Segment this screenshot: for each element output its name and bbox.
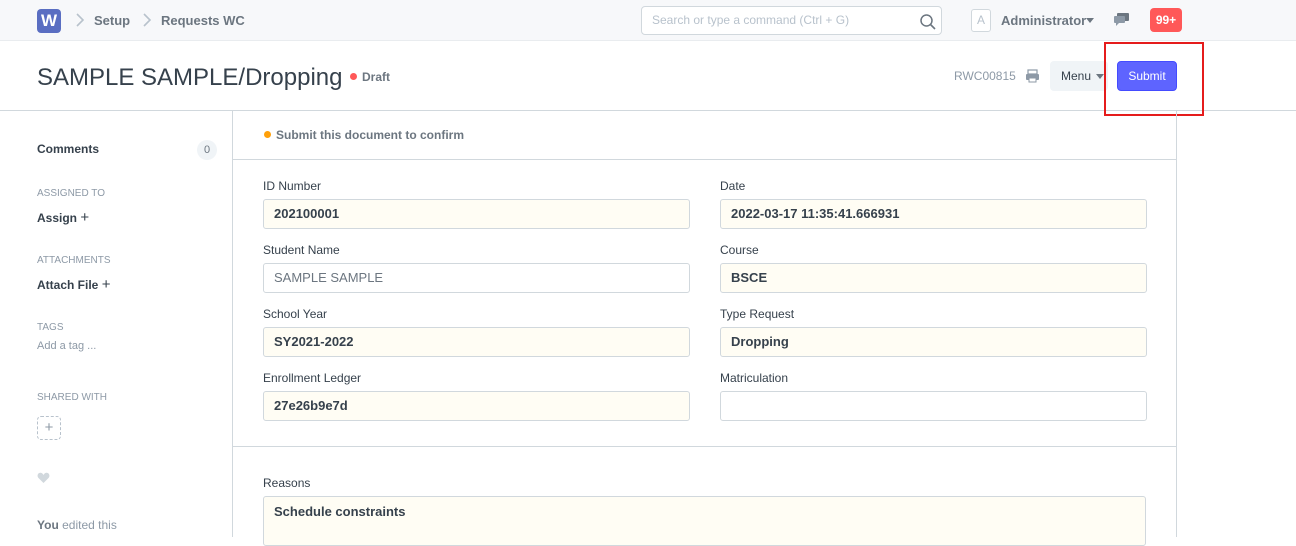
reasons-field: Schedule constraints (263, 496, 1146, 546)
plus-icon: + (44, 419, 54, 436)
type-request-label: Type Request (720, 307, 795, 321)
school-year-label: School Year (263, 307, 328, 321)
student-name-field[interactable]: SAMPLE SAMPLE (263, 263, 690, 293)
print-icon[interactable] (1025, 69, 1040, 83)
comments-link[interactable]: Comments (37, 142, 99, 156)
id-number-label: ID Number (263, 179, 322, 193)
type-request-field: Dropping (720, 327, 1147, 357)
add-tag-link[interactable]: Add a tag ... (37, 340, 96, 352)
school-year-field: SY2021-2022 (263, 327, 690, 357)
shared-with-heading: SHARED WITH (37, 392, 107, 403)
heart-icon[interactable] (37, 472, 50, 484)
form-message-text: Submit this document to confirm (276, 128, 464, 142)
breadcrumb-setup[interactable]: Setup (94, 13, 130, 28)
activity-text: edited this (62, 518, 117, 532)
notification-badge[interactable]: 99+ (1150, 8, 1182, 32)
status-label: Draft (362, 70, 391, 84)
attach-file-button[interactable]: Attach File + (37, 276, 110, 293)
matriculation-field[interactable] (720, 391, 1147, 421)
enrollment-ledger-label: Enrollment Ledger (263, 371, 362, 385)
navbar: W Setup Requests WC A Administrator 99+ (0, 0, 1296, 41)
add-share-button[interactable]: + (37, 416, 61, 440)
warning-dot-icon (264, 131, 271, 139)
reasons-label: Reasons (263, 476, 311, 490)
plus-icon: + (101, 276, 111, 293)
user-avatar[interactable]: A (971, 9, 991, 32)
matriculation-label: Matriculation (720, 371, 789, 385)
assign-button[interactable]: Assign + (37, 209, 89, 226)
user-menu[interactable]: Administrator (1001, 13, 1086, 28)
course-label: Course (720, 243, 759, 257)
course-field: BSCE (720, 263, 1147, 293)
assigned-to-heading: ASSIGNED TO (37, 188, 105, 199)
chat-icon[interactable] (1113, 12, 1130, 27)
attach-file-label: Attach File (37, 278, 99, 292)
search-icon[interactable] (919, 13, 937, 31)
activity-entry: You edited this (37, 518, 117, 532)
attachments-heading: ATTACHMENTS (37, 255, 111, 266)
chevron-right-icon (143, 13, 152, 27)
document-name: RWC00815 (954, 69, 1016, 83)
submit-button[interactable]: Submit (1117, 61, 1177, 91)
form-layout: Submit this document to confirm ID Numbe… (232, 111, 1177, 546)
status-indicator: Draft (350, 70, 390, 84)
activity-user: You (37, 518, 59, 532)
menu-button-label: Menu (1061, 69, 1092, 83)
comments-count-badge: 0 (197, 140, 217, 160)
plus-icon: + (80, 209, 90, 226)
divider (233, 446, 1176, 447)
chevron-right-icon (76, 13, 85, 27)
divider (233, 159, 1176, 160)
search-bar[interactable] (641, 6, 942, 35)
caret-down-icon (1096, 74, 1104, 79)
menu-button[interactable]: Menu (1050, 61, 1108, 91)
page-header: SAMPLE SAMPLE/Dropping Draft RWC00815 Me… (0, 41, 1296, 111)
tags-heading: TAGS (37, 322, 64, 333)
search-input[interactable] (652, 13, 912, 27)
date-label: Date (720, 179, 746, 193)
student-name-label: Student Name (263, 243, 340, 257)
page-title: SAMPLE SAMPLE/Dropping (37, 64, 343, 91)
caret-down-icon[interactable] (1086, 18, 1094, 23)
form-sidebar: Comments 0 ASSIGNED TO Assign + ATTACHME… (0, 111, 232, 537)
enrollment-ledger-field: 27e26b9e7d (263, 391, 690, 421)
date-field: 2022-03-17 11:35:41.666931 (720, 199, 1147, 229)
breadcrumb-requests-wc[interactable]: Requests WC (161, 13, 245, 28)
form-message: Submit this document to confirm (264, 128, 464, 142)
app-logo[interactable]: W (37, 9, 61, 33)
draft-dot-icon (350, 73, 357, 81)
assign-label: Assign (37, 211, 78, 225)
id-number-field: 202100001 (263, 199, 690, 229)
